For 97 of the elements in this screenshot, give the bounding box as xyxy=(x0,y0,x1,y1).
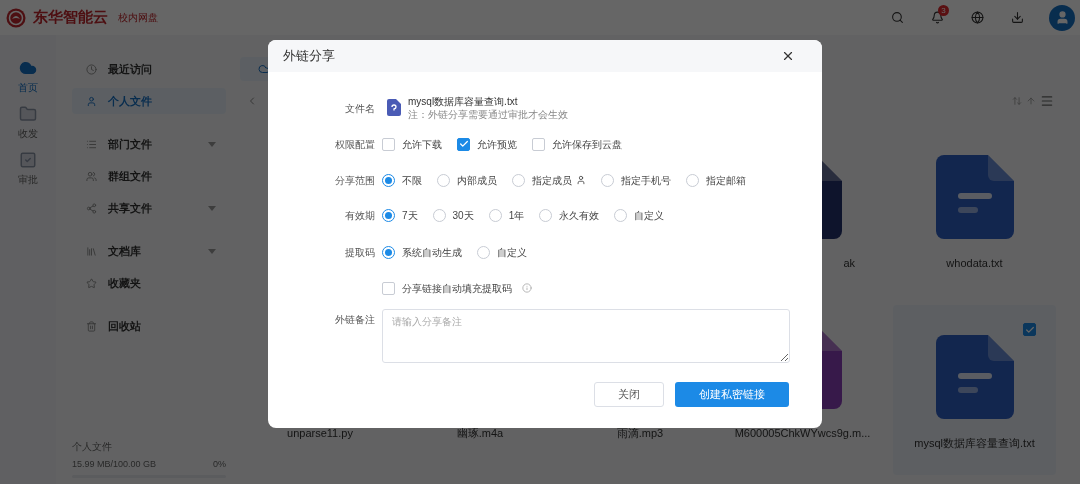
checkbox[interactable] xyxy=(382,281,395,295)
sidebar-item[interactable]: 文档库 xyxy=(72,238,226,264)
radio-button[interactable] xyxy=(614,208,628,222)
file-name: mysql数据库容量查询.txt xyxy=(408,95,519,108)
radio-button[interactable] xyxy=(539,208,553,222)
search-icon xyxy=(890,11,904,24)
users-icon xyxy=(86,170,97,182)
radio-label: 自定义 xyxy=(634,208,665,223)
field-label: 权限配置 xyxy=(335,137,375,152)
clock-icon xyxy=(86,63,97,75)
radio-label: 7天 xyxy=(402,208,418,223)
radio-label: 不限 xyxy=(402,173,422,188)
radio-button[interactable] xyxy=(601,173,614,187)
checkbox-icon xyxy=(19,151,37,169)
radio-label: 指定邮箱 xyxy=(706,173,746,188)
list-icon xyxy=(86,138,97,150)
checkbox[interactable] xyxy=(382,137,395,151)
search-button[interactable] xyxy=(889,9,905,26)
avatar-button[interactable] xyxy=(1049,4,1075,31)
star-icon xyxy=(86,277,97,289)
notification-button[interactable]: 3 xyxy=(929,9,945,26)
logo-icon xyxy=(6,7,26,28)
logo-subtitle: 校内网盘 xyxy=(118,11,158,25)
file-name: ak xyxy=(843,256,856,271)
close-dialog-button[interactable]: 关闭 xyxy=(594,382,664,407)
file-icon xyxy=(387,99,401,116)
file-name: whodata.txt xyxy=(946,256,1003,271)
field-label: 提取码 xyxy=(345,245,375,260)
radio-button[interactable] xyxy=(477,245,490,259)
share-icon xyxy=(86,202,97,214)
sidebar-item[interactable]: 收藏夹 xyxy=(72,270,226,296)
file-name: mysql数据库容量查询.txt xyxy=(914,436,1035,451)
sidebar-item[interactable]: 群组文件 xyxy=(72,163,226,189)
radio-button[interactable] xyxy=(382,173,395,187)
radio-button[interactable] xyxy=(382,245,395,259)
radio-button[interactable] xyxy=(512,173,525,187)
radio-label: 内部成员 xyxy=(457,173,497,188)
radio-label: 30天 xyxy=(452,208,474,223)
cloud-icon xyxy=(19,59,37,77)
file-name: 雨滴.mp3 xyxy=(616,426,664,441)
library-icon xyxy=(86,245,97,257)
checkbox-label: 允许下载 xyxy=(402,137,442,152)
field-label: 有效期 xyxy=(345,208,375,223)
radio-button[interactable] xyxy=(488,208,502,222)
sidebar-item[interactable]: 回收站 xyxy=(72,313,226,339)
file-name: unparse11.py xyxy=(287,426,353,441)
rail-item[interactable]: 首页 xyxy=(18,59,38,95)
file-name: M600005ChkWYwcs9g.m... xyxy=(734,426,871,441)
sidebar-item[interactable]: 共享文件 xyxy=(72,195,226,221)
radio-label: 系统自动生成 xyxy=(402,245,462,260)
arrow-up-icon[interactable] xyxy=(1026,96,1036,106)
radio-button[interactable] xyxy=(382,208,395,222)
create-link-button[interactable]: 创建私密链接 xyxy=(675,382,789,407)
sidebar-item[interactable]: 个人文件 xyxy=(72,88,226,114)
field-label: 分享范围 xyxy=(335,173,375,188)
radio-label: 指定成员 xyxy=(532,173,572,188)
dialog-title: 外链分享 xyxy=(283,47,335,66)
remark-field[interactable]: 请输入分享备注 xyxy=(382,309,790,363)
radio-label: 1年 xyxy=(508,208,525,223)
info-icon[interactable] xyxy=(522,283,532,293)
file-icon xyxy=(935,335,1014,419)
person-icon xyxy=(1054,10,1070,25)
menu-icon[interactable] xyxy=(1040,94,1054,108)
radio-label: 自定义 xyxy=(497,245,527,260)
field-label: 外链备注 xyxy=(335,313,375,327)
file-icon xyxy=(935,155,1014,239)
radio-button[interactable] xyxy=(432,208,446,222)
notification-badge: 3 xyxy=(938,4,949,16)
bell-icon xyxy=(930,11,944,24)
checkbox[interactable] xyxy=(532,137,545,151)
globe-button[interactable] xyxy=(969,9,985,26)
checkbox[interactable] xyxy=(457,137,470,151)
person-icon[interactable] xyxy=(576,175,586,185)
radio-button[interactable] xyxy=(686,173,699,187)
download-button[interactable] xyxy=(1009,9,1025,26)
cloud-icon xyxy=(258,63,270,75)
logo-text: 东华智能云 xyxy=(33,7,108,28)
radio-label: 永久有效 xyxy=(559,208,600,223)
globe-icon xyxy=(970,11,984,24)
checkbox-label: 允许预览 xyxy=(477,137,517,152)
sidebar-item[interactable]: 部门文件 xyxy=(72,131,226,157)
trash-icon xyxy=(86,320,97,332)
sidebar-item[interactable]: 最近访问 xyxy=(72,56,226,82)
radio-label: 指定手机号 xyxy=(621,173,671,188)
approval-note: 注：外链分享需要通过审批才会生效 xyxy=(408,108,568,121)
user-icon xyxy=(86,95,97,107)
checkbox[interactable] xyxy=(1023,323,1036,336)
radio-button[interactable] xyxy=(437,173,450,187)
file-name: 幽琢.m4a xyxy=(456,426,504,441)
checkbox-label: 允许保存到云盘 xyxy=(552,137,622,152)
field-label: 文件名 xyxy=(345,102,375,116)
download-icon xyxy=(1010,11,1024,24)
file-card[interactable]: mysql数据库容量查询.txt xyxy=(893,305,1056,475)
sort-icon[interactable] xyxy=(1012,96,1022,106)
folder-icon xyxy=(19,105,37,123)
close-button[interactable] xyxy=(781,49,795,63)
checkbox-label: 分享链接自动填充提取码 xyxy=(402,281,512,296)
